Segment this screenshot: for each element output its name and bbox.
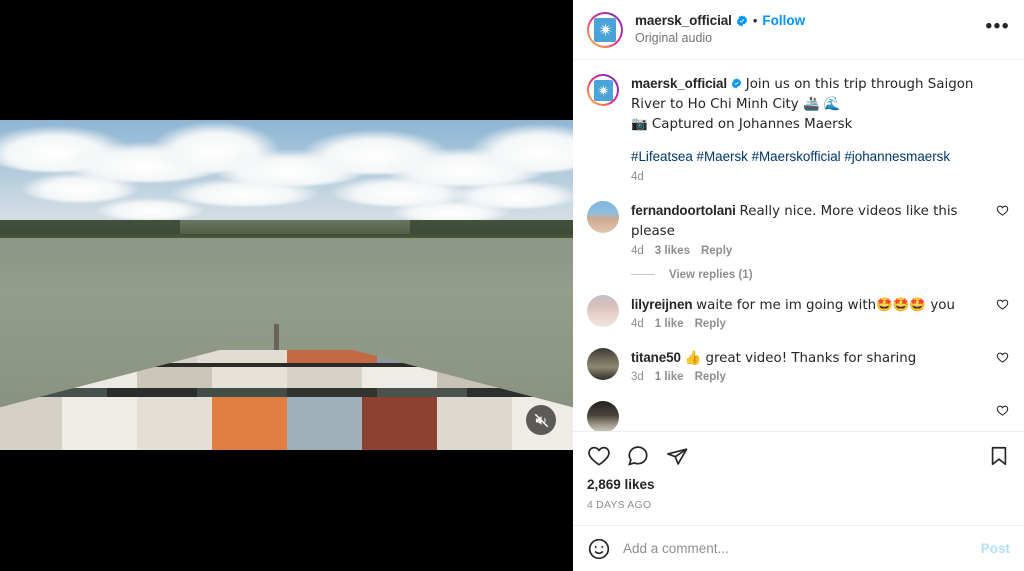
post-header: maersk_official • Follow Original audio …: [573, 0, 1024, 60]
avatar[interactable]: [587, 74, 619, 106]
verified-badge-icon: [736, 15, 748, 27]
speech-bubble-icon[interactable]: [626, 444, 650, 468]
bookmark-outline-icon[interactable]: [988, 445, 1010, 467]
comment-text: waite for me im going with🤩🤩🤩 you: [696, 297, 955, 313]
action-icon-row: [587, 440, 1010, 470]
add-comment-bar: Post: [573, 525, 1024, 571]
comment-reply-button[interactable]: Reply: [695, 318, 726, 330]
comment-text: 👍 great video! Thanks for sharing: [684, 350, 917, 366]
heart-outline-icon[interactable]: [996, 295, 1010, 330]
media-pane[interactable]: [0, 0, 573, 571]
avatar[interactable]: [587, 400, 619, 431]
comment-likes[interactable]: 3 likes: [655, 245, 690, 257]
post-caption: maersk_official Join us on this trip thr…: [587, 60, 1010, 189]
comment-timestamp: 4d: [631, 317, 644, 330]
verified-badge-icon: [731, 78, 742, 89]
container-stack: [0, 350, 573, 450]
paper-plane-icon[interactable]: [665, 444, 689, 468]
caption-hashtags[interactable]: #Lifeatsea #Maersk #Maerskofficial #joha…: [631, 147, 1010, 166]
caption-timestamp: 4d: [631, 171, 644, 184]
comment-item: lilyreijnen waite for me im going with🤩🤩…: [587, 289, 1010, 330]
maersk-star-logo: [593, 79, 613, 101]
comment-reply-button[interactable]: Reply: [695, 371, 726, 383]
smiley-face-icon[interactable]: [587, 537, 611, 561]
comment-likes[interactable]: 1 like: [655, 318, 684, 330]
heart-outline-icon[interactable]: [587, 444, 611, 468]
post-panel: maersk_official • Follow Original audio …: [573, 0, 1024, 571]
add-comment-input[interactable]: [623, 541, 981, 556]
original-audio-label[interactable]: Original audio: [635, 31, 805, 47]
avatar[interactable]: [587, 294, 619, 327]
header-username[interactable]: maersk_official: [635, 13, 732, 30]
comment-username[interactable]: fernandoortolani: [631, 203, 736, 218]
comment-username[interactable]: lilyreijnen: [631, 297, 693, 312]
avatar[interactable]: [587, 347, 619, 380]
heart-outline-icon[interactable]: [996, 201, 1010, 256]
post-date: 4 DAYS AGO: [587, 499, 652, 511]
comment-likes[interactable]: 1 like: [655, 371, 684, 383]
avatar[interactable]: [587, 201, 619, 234]
comment-item-partial: [587, 383, 1010, 431]
header-separator: •: [752, 13, 758, 29]
replies-divider: [631, 274, 655, 276]
comment-item: fernandoortolani Really nice. More video…: [587, 193, 1010, 257]
heart-outline-icon[interactable]: [996, 348, 1010, 383]
likes-count[interactable]: 2,869 likes: [587, 477, 1010, 492]
comment-username[interactable]: titane50: [631, 350, 681, 365]
comment-timestamp: 4d: [631, 244, 644, 257]
avatar[interactable]: [587, 11, 623, 48]
instagram-post-viewer: maersk_official • Follow Original audio …: [0, 0, 1024, 571]
follow-button[interactable]: Follow: [762, 13, 805, 30]
comment-timestamp: 3d: [631, 370, 644, 383]
comment-item: titane50 👍 great video! Thanks for shari…: [587, 330, 1010, 383]
sky: [0, 120, 573, 228]
ellipsis-icon[interactable]: •••: [986, 17, 1010, 42]
video-player[interactable]: [0, 120, 573, 450]
maersk-star-logo: [594, 17, 616, 42]
caption-username[interactable]: maersk_official: [631, 76, 727, 91]
view-replies-label: View replies (1): [669, 268, 753, 281]
post-comment-button[interactable]: Post: [981, 541, 1010, 556]
post-action-bar: 2,869 likes 4 DAYS AGO: [573, 431, 1024, 525]
container-ship-deck: [0, 350, 573, 450]
comment-reply-button[interactable]: Reply: [701, 245, 732, 257]
heart-outline-icon[interactable]: [996, 401, 1010, 431]
view-replies-button[interactable]: View replies (1): [631, 269, 1010, 281]
speaker-muted-icon[interactable]: [526, 405, 556, 435]
comments-scroll-area[interactable]: maersk_official Join us on this trip thr…: [573, 60, 1024, 431]
caption-text-line2: 📷 Captured on Johannes Maersk: [631, 117, 853, 133]
